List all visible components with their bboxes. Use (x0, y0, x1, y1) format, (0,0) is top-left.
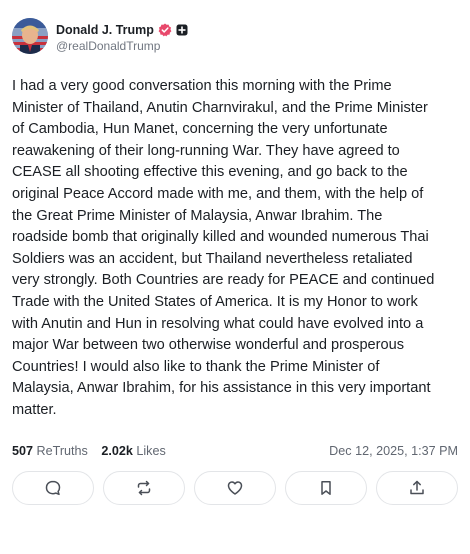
likes-stat[interactable]: 2.02k Likes (101, 442, 165, 460)
post-timestamp[interactable]: Dec 12, 2025, 1:37 PM (329, 442, 458, 460)
post-stats: 507 ReTruths 2.02k Likes Dec 12, 2025, 1… (12, 442, 458, 460)
name-row: Donald J. Trump (56, 21, 188, 39)
verified-check-icon (158, 23, 172, 37)
post-text: I had a very good conversation this morn… (12, 78, 435, 418)
truth-badge-icon (176, 24, 188, 36)
avatar[interactable] (12, 18, 48, 54)
likes-label: Likes (136, 444, 166, 458)
like-heart-icon (227, 481, 243, 495)
action-bar (12, 471, 458, 505)
share-button[interactable] (376, 471, 458, 505)
reply-button[interactable] (12, 471, 94, 505)
retruth-icon (137, 480, 151, 496)
bookmark-icon (321, 481, 331, 495)
post-header: Donald J. Trump @realDonaldTrump (12, 18, 458, 58)
retruths-count: 507 (12, 444, 34, 458)
retruths-label: ReTruths (36, 444, 88, 458)
share-icon (410, 480, 424, 495)
comment-icon (45, 480, 61, 496)
display-name[interactable]: Donald J. Trump (56, 22, 154, 38)
like-button[interactable] (194, 471, 276, 505)
truth-post: Donald J. Trump @realDonaldTrump I had a… (0, 0, 470, 554)
bookmark-button[interactable] (285, 471, 367, 505)
avatar-image-icon (12, 18, 48, 54)
retruths-stat[interactable]: 507 ReTruths (12, 442, 88, 460)
user-handle[interactable]: @realDonaldTrump (56, 39, 160, 54)
retruth-button[interactable] (103, 471, 185, 505)
likes-count: 2.02k (101, 444, 133, 458)
